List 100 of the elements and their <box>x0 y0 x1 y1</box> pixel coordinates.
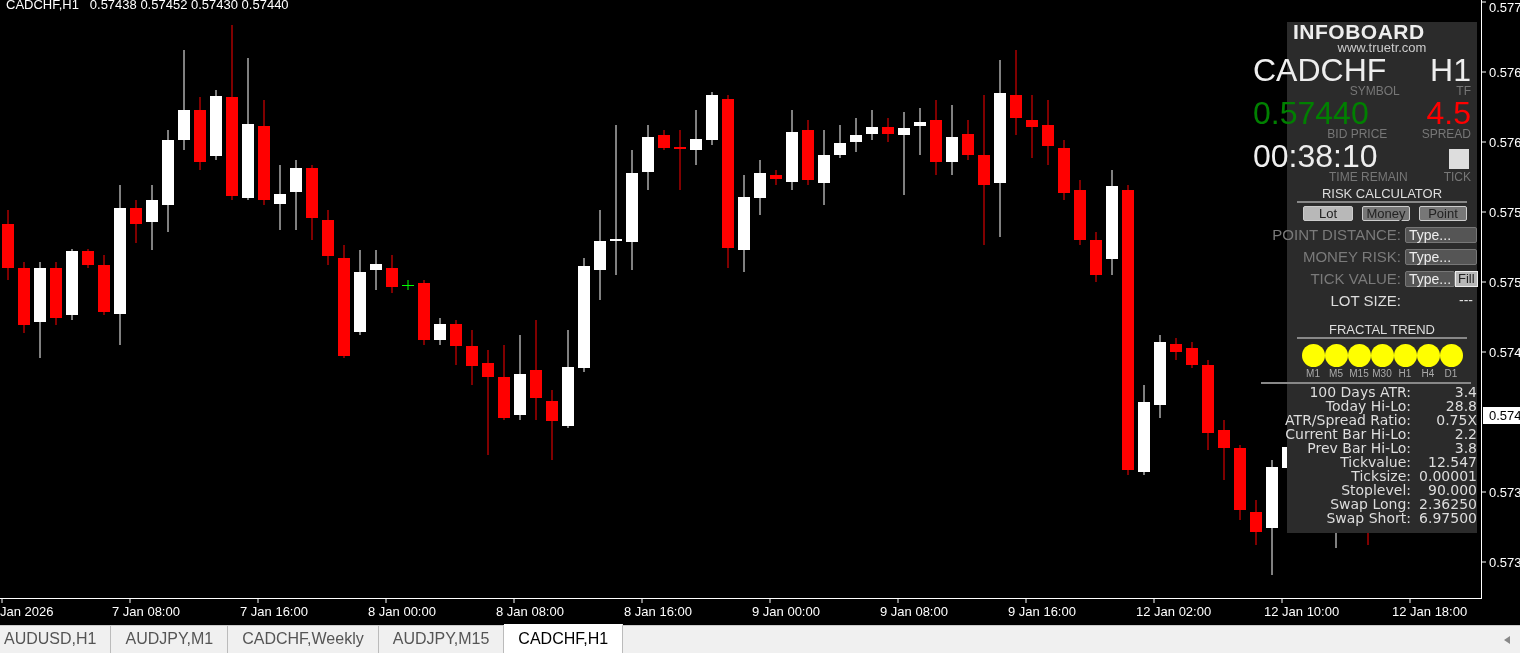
time-label: 7 Jan 16:00 <box>240 604 308 619</box>
stat-label: Stoplevel: <box>1341 483 1411 497</box>
time-label: 9 Jan 00:00 <box>752 604 820 619</box>
time-label: Jan 2026 <box>0 604 54 619</box>
candlestick <box>866 109 878 141</box>
candlestick <box>642 124 654 191</box>
candlestick <box>802 119 814 186</box>
stat-value: 2.2 <box>1453 427 1477 441</box>
stat-value: 90.000 <box>1427 483 1477 497</box>
spread-value: 4.5 <box>1426 97 1471 129</box>
candlestick <box>370 249 382 291</box>
field-label: POINT DISTANCE: <box>1271 226 1402 243</box>
candlestick <box>274 164 286 231</box>
candlestick <box>130 199 142 244</box>
candlestick <box>658 129 670 151</box>
candlestick <box>850 117 862 153</box>
stat-value: 2.36250 <box>1418 497 1477 511</box>
time-label: 9 Jan 08:00 <box>880 604 948 619</box>
stat-value: 6.97500 <box>1418 511 1477 525</box>
timeframe-caption: TF <box>1456 86 1471 97</box>
time-label: 8 Jan 16:00 <box>624 604 692 619</box>
candlestick <box>834 124 846 159</box>
stat-value: 0.00001 <box>1418 469 1477 483</box>
price-label: 0.577 <box>1489 0 1520 15</box>
candlestick <box>1074 179 1086 246</box>
candlestick <box>434 317 446 346</box>
symbol-text: CADCHF <box>1253 54 1387 86</box>
candlestick <box>50 261 62 326</box>
section-title: FRACTAL TREND <box>1297 323 1467 339</box>
candlestick <box>322 209 334 266</box>
candlestick <box>770 169 782 186</box>
candlestick <box>146 184 158 251</box>
candlestick <box>2 209 14 281</box>
stat-label: Prev Bar Hi-Lo: <box>1306 441 1411 455</box>
stat-label: ATR/Spread Ratio: <box>1284 413 1411 427</box>
symbol-caption: SYMBOL <box>1349 86 1400 97</box>
mode-button[interactable]: Money <box>1362 206 1410 221</box>
chart-tab[interactable]: CADCHF,H1 <box>504 624 624 653</box>
candlestick <box>98 254 110 316</box>
candlestick <box>706 91 718 146</box>
stat-label: Current Bar Hi-Lo: <box>1284 427 1411 441</box>
stat-value: 3.8 <box>1453 441 1477 455</box>
candlestick <box>754 159 766 216</box>
chart-header: CADCHF,H1 0.57438 0.57452 0.57430 0.57440 <box>6 0 289 12</box>
candlestick <box>1058 139 1070 201</box>
bid-price: 0.57440 <box>1253 97 1369 129</box>
timeframe-label: H1 <box>1398 368 1412 379</box>
scroll-left-icon[interactable] <box>1504 635 1510 644</box>
candlestick <box>946 104 958 176</box>
tick-caption: TICK <box>1443 172 1471 183</box>
stat-value: 0.75X <box>1435 413 1477 427</box>
candlestick <box>1042 99 1054 166</box>
mode-button[interactable]: Lot <box>1303 206 1353 221</box>
stat-value: 3.4 <box>1453 385 1477 399</box>
time-label: 12 Jan 10:00 <box>1264 604 1340 619</box>
stat-label: Ticksize: <box>1350 469 1411 483</box>
candlestick <box>546 389 558 461</box>
time-caption: TIME REMAIN <box>1329 172 1408 183</box>
timeframe-label: D1 <box>1444 368 1458 379</box>
time-label: 8 Jan 00:00 <box>368 604 436 619</box>
stat-value: 12.547 <box>1427 455 1477 469</box>
timeframe-label: M1 <box>1306 368 1320 379</box>
spread-caption: SPREAD <box>1421 129 1471 140</box>
candlestick <box>690 109 702 166</box>
time-remain: 00:38:10 <box>1253 140 1378 172</box>
candlestick <box>882 117 894 143</box>
timeframe-label: M5 <box>1329 368 1343 379</box>
time-label: 12 Jan 02:00 <box>1136 604 1212 619</box>
candlestick <box>674 129 686 191</box>
mode-button[interactable]: Point <box>1419 206 1467 221</box>
candlestick <box>402 279 414 291</box>
lot-size-value: --- <box>1458 292 1474 309</box>
candlestick <box>82 248 94 269</box>
tick-square-icon <box>1449 149 1469 169</box>
panel-title: INFOBOARD <box>1293 22 1426 42</box>
timeframe-text: H1 <box>1430 54 1471 86</box>
candlestick <box>450 319 462 366</box>
stat-label: Swap Long: <box>1330 497 1411 511</box>
stat-label: Today Hi-Lo: <box>1325 399 1411 413</box>
time-label: 12 Jan 18:00 <box>1392 604 1468 619</box>
timeframe-label: M15 <box>1349 368 1369 379</box>
timeframe-label: M30 <box>1372 368 1392 379</box>
time-label: 9 Jan 16:00 <box>1008 604 1076 619</box>
stat-label: Swap Short: <box>1325 511 1411 525</box>
field-label: TICK VALUE: <box>1309 270 1402 287</box>
candlestick <box>1170 337 1182 361</box>
candlestick <box>1026 94 1038 159</box>
bid-caption: BID PRICE <box>1327 129 1388 140</box>
candlestick <box>1090 231 1102 283</box>
candlestick <box>418 279 430 346</box>
time-label: 8 Jan 08:00 <box>496 604 564 619</box>
candlestick <box>914 107 926 156</box>
candlestick <box>1218 419 1230 481</box>
website-link[interactable]: www.truetr.com <box>1293 42 1471 54</box>
candlestick <box>386 254 398 294</box>
timeframe-label: H4 <box>1421 368 1435 379</box>
candlestick <box>962 119 974 161</box>
section-title: RISK CALCULATOR <box>1297 187 1467 203</box>
time-label: 7 Jan 08:00 <box>112 604 180 619</box>
field-label: LOT SIZE: <box>1329 292 1402 309</box>
